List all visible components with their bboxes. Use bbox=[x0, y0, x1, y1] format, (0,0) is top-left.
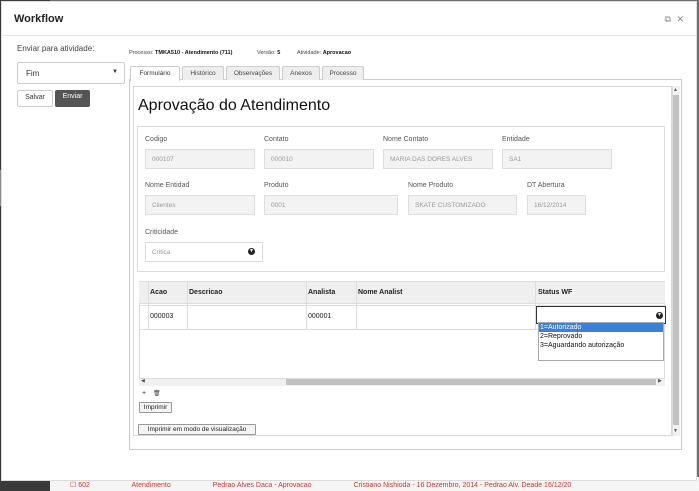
activity-select[interactable]: Fim ▼ bbox=[17, 62, 125, 84]
meta-versao-label: Versão: bbox=[257, 50, 276, 56]
background-row-meta: Cristiano Nishioda - 16 Dezembro, 2014 -… bbox=[353, 482, 572, 489]
meta-processo-value: TMKA510 - Atendimento (711) bbox=[155, 50, 233, 56]
col-analista: Analista bbox=[308, 289, 336, 296]
col-acao: Acao bbox=[150, 289, 168, 296]
criticidade-select[interactable]: Critica bbox=[145, 242, 263, 262]
nome-contato-field[interactable]: MARIA DAS DORES ALVES bbox=[383, 149, 493, 169]
tab-anexos[interactable]: Anexos bbox=[282, 66, 320, 80]
criticidade-label: Criticidade bbox=[145, 229, 179, 236]
meta-versao: Versão: 5 bbox=[257, 50, 280, 56]
meta-versao-value: 5 bbox=[277, 50, 281, 56]
meta-processo: Processo: TMKA510 - Atendimento (711) bbox=[129, 50, 232, 56]
background-row-type: Atendimento bbox=[131, 482, 171, 489]
enviar-para-label: Enviar para atividade: bbox=[17, 44, 95, 53]
chevron-down-icon: ▼ bbox=[248, 248, 255, 255]
nome-entidad-label: Nome Entidad bbox=[145, 182, 190, 189]
cell-acao[interactable]: 000003 bbox=[150, 313, 173, 320]
cell-analista[interactable]: 000001 bbox=[308, 313, 331, 320]
tab-observacoes[interactable]: Observações bbox=[226, 66, 280, 80]
meta-atividade: Atividade: Aprovacao bbox=[297, 50, 351, 56]
nome-contato-label: Nome Contato bbox=[383, 136, 429, 143]
nome-produto-field[interactable]: SKATE CUSTOMIZADO bbox=[408, 195, 517, 215]
entidade-field[interactable]: SA1 bbox=[502, 149, 612, 169]
dt-abertura-field[interactable]: 16/12/2014 bbox=[527, 195, 586, 215]
grid-scroll-thumb[interactable] bbox=[286, 379, 656, 385]
tab-historico[interactable]: Histórico bbox=[182, 66, 224, 80]
scroll-right-icon[interactable]: ▶ bbox=[658, 378, 662, 384]
contato-field[interactable]: 000010 bbox=[264, 149, 374, 169]
produto-label: Produto bbox=[264, 182, 289, 189]
meta-atividade-value: Aprovacao bbox=[322, 50, 352, 56]
popout-icon[interactable]: ⧉ bbox=[665, 14, 671, 24]
grid-col-divider bbox=[148, 282, 149, 330]
grid-col-divider bbox=[306, 282, 307, 330]
close-icon[interactable]: ✕ bbox=[676, 14, 684, 24]
col-nome-analist: Nome Analist bbox=[358, 289, 403, 296]
contato-label: Contato bbox=[264, 136, 289, 143]
trash-icon[interactable]: 🗑 bbox=[153, 390, 161, 397]
nome-produto-label: Nome Produto bbox=[408, 182, 454, 189]
status-option-reprovado[interactable]: 2=Reprovado bbox=[539, 332, 663, 341]
status-option-autorizado[interactable]: 1=Autorizado bbox=[539, 323, 663, 332]
scroll-down-icon[interactable]: ▼ bbox=[673, 428, 678, 434]
criticidade-value: Critica bbox=[152, 249, 171, 256]
background-row-desc: Pedrao Alves Daca - Aprovacao bbox=[212, 482, 312, 489]
print-view-button[interactable]: Imprimir em modo de visualização bbox=[138, 424, 256, 435]
modal-title: Workflow bbox=[14, 13, 64, 25]
print-button[interactable]: Imprimir bbox=[139, 402, 172, 413]
col-status-wf: Status WF bbox=[538, 289, 573, 296]
produto-field[interactable]: 0001 bbox=[264, 195, 398, 215]
tab-processo[interactable]: Processo bbox=[322, 66, 364, 80]
scroll-left-icon[interactable]: ◀ bbox=[141, 378, 145, 384]
form-scroll-thumb[interactable] bbox=[673, 95, 679, 425]
activity-select-value: Fim bbox=[26, 69, 40, 78]
form-title: Aprovação do Atendimento bbox=[138, 97, 331, 114]
col-descricao: Descricao bbox=[189, 289, 223, 296]
background-row-id: ☐ 602 bbox=[70, 482, 90, 489]
dt-abertura-label: DT Abertura bbox=[527, 182, 565, 189]
scroll-up-icon[interactable]: ▲ bbox=[673, 87, 678, 93]
modal-header: Workflow ⧉ ✕ bbox=[2, 2, 696, 36]
meta-processo-label: Processo: bbox=[129, 50, 154, 56]
nome-entidad-field[interactable]: Clientes bbox=[145, 195, 255, 215]
send-button[interactable]: Enviar bbox=[55, 90, 90, 107]
chevron-down-icon: ▼ bbox=[656, 312, 663, 319]
entidade-label: Entidade bbox=[502, 136, 530, 143]
header-icons: ⧉ ✕ bbox=[662, 14, 685, 25]
meta-atividade-label: Atividade: bbox=[297, 50, 322, 56]
codigo-label: Codigo bbox=[145, 136, 168, 143]
codigo-field[interactable]: 000107 bbox=[145, 149, 255, 169]
grid-col-divider bbox=[356, 282, 357, 330]
tab-formulario[interactable]: Formulário bbox=[130, 66, 180, 81]
add-row-icon[interactable]: + bbox=[142, 390, 146, 397]
save-button[interactable]: Salvar bbox=[17, 90, 53, 107]
grid-col-divider bbox=[187, 282, 188, 330]
chevron-down-icon: ▼ bbox=[112, 69, 118, 75]
status-option-aguardando[interactable]: 3=Aguardando autorização bbox=[539, 341, 663, 350]
